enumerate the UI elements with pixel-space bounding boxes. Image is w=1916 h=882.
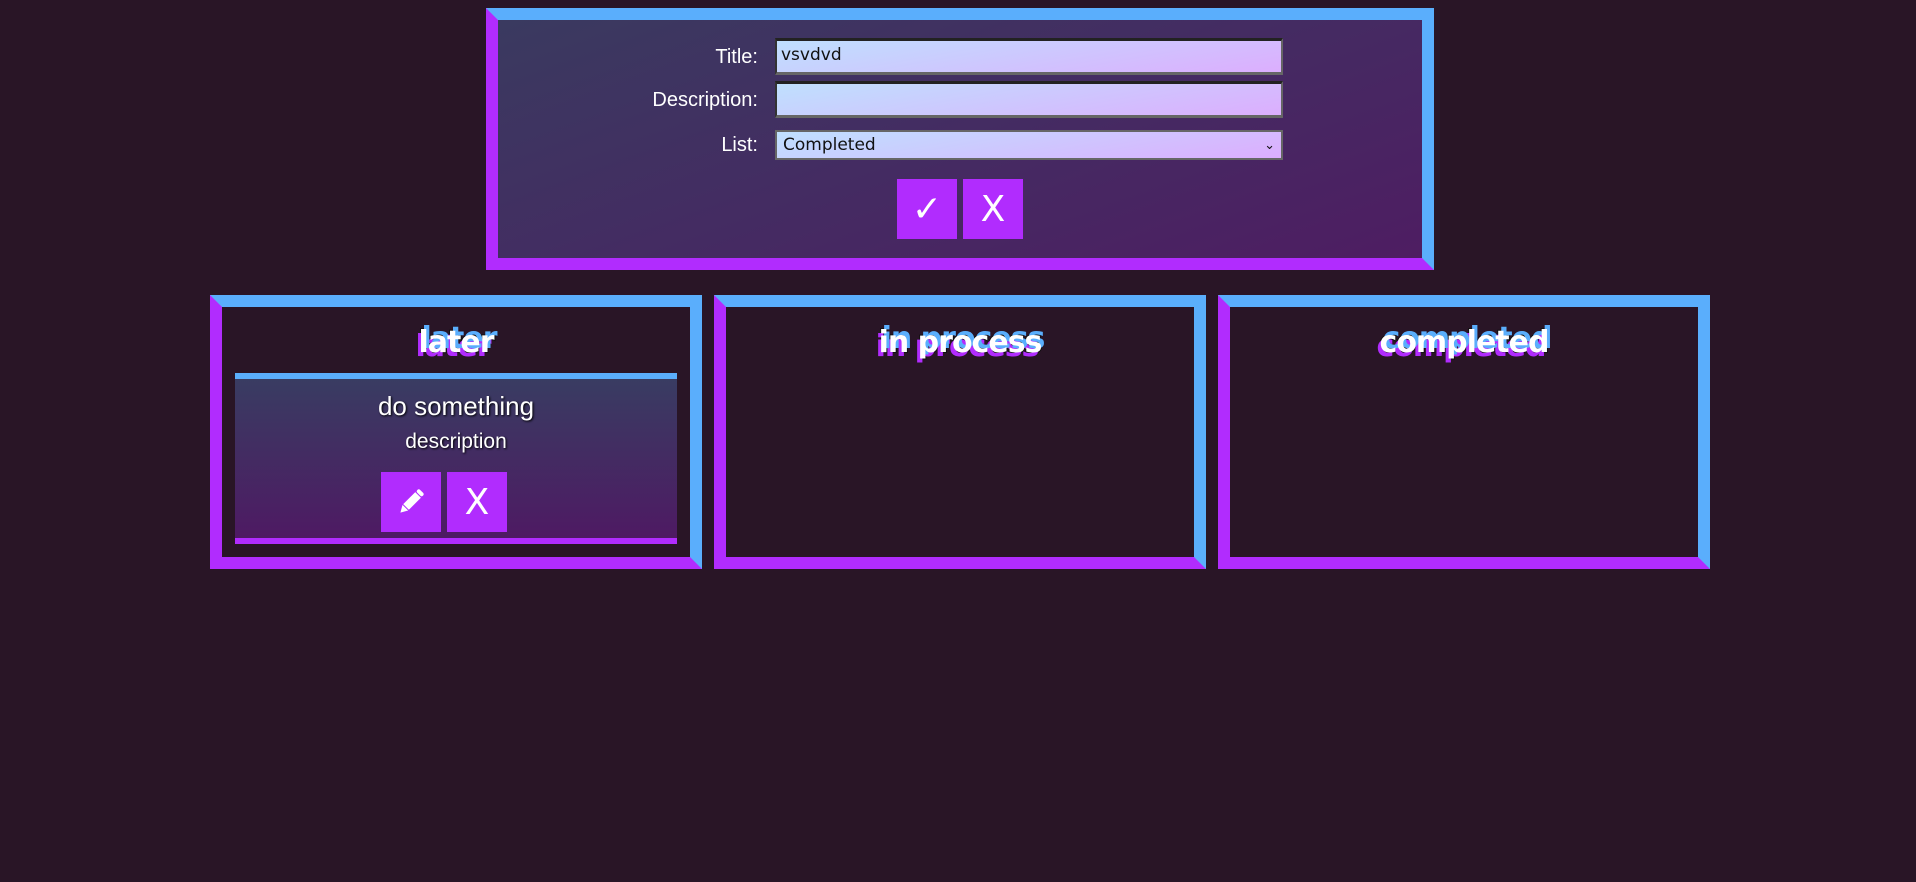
description-label: Description: — [652, 89, 758, 111]
delete-button[interactable]: X — [447, 472, 507, 532]
title-input[interactable]: vsvdvd — [775, 38, 1283, 75]
pencil-icon — [400, 489, 424, 513]
title-label: Title: — [715, 46, 758, 68]
task-title: do something — [377, 391, 535, 421]
list-heading: in process — [878, 324, 1044, 361]
list-later: later do something description X — [210, 295, 702, 569]
task-card: do something description X — [235, 373, 677, 544]
confirm-button[interactable]: ✓ — [897, 179, 957, 239]
list-completed: completed — [1218, 295, 1710, 569]
list-in-process: in process — [714, 295, 1206, 569]
list-select[interactable]: Completed ⌄ — [775, 130, 1283, 160]
list-label: List: — [721, 134, 758, 156]
edit-button[interactable] — [381, 472, 441, 532]
description-input[interactable] — [775, 81, 1283, 118]
task-description: description — [405, 430, 507, 453]
list-select-value: Completed — [783, 135, 876, 155]
list-heading: later — [417, 324, 495, 361]
cancel-button[interactable]: X — [963, 179, 1023, 239]
list-heading: completed — [1379, 324, 1551, 361]
chevron-down-icon: ⌄ — [1264, 137, 1275, 153]
task-form: Title: vsvdvd Description: List: Complet… — [486, 8, 1434, 270]
